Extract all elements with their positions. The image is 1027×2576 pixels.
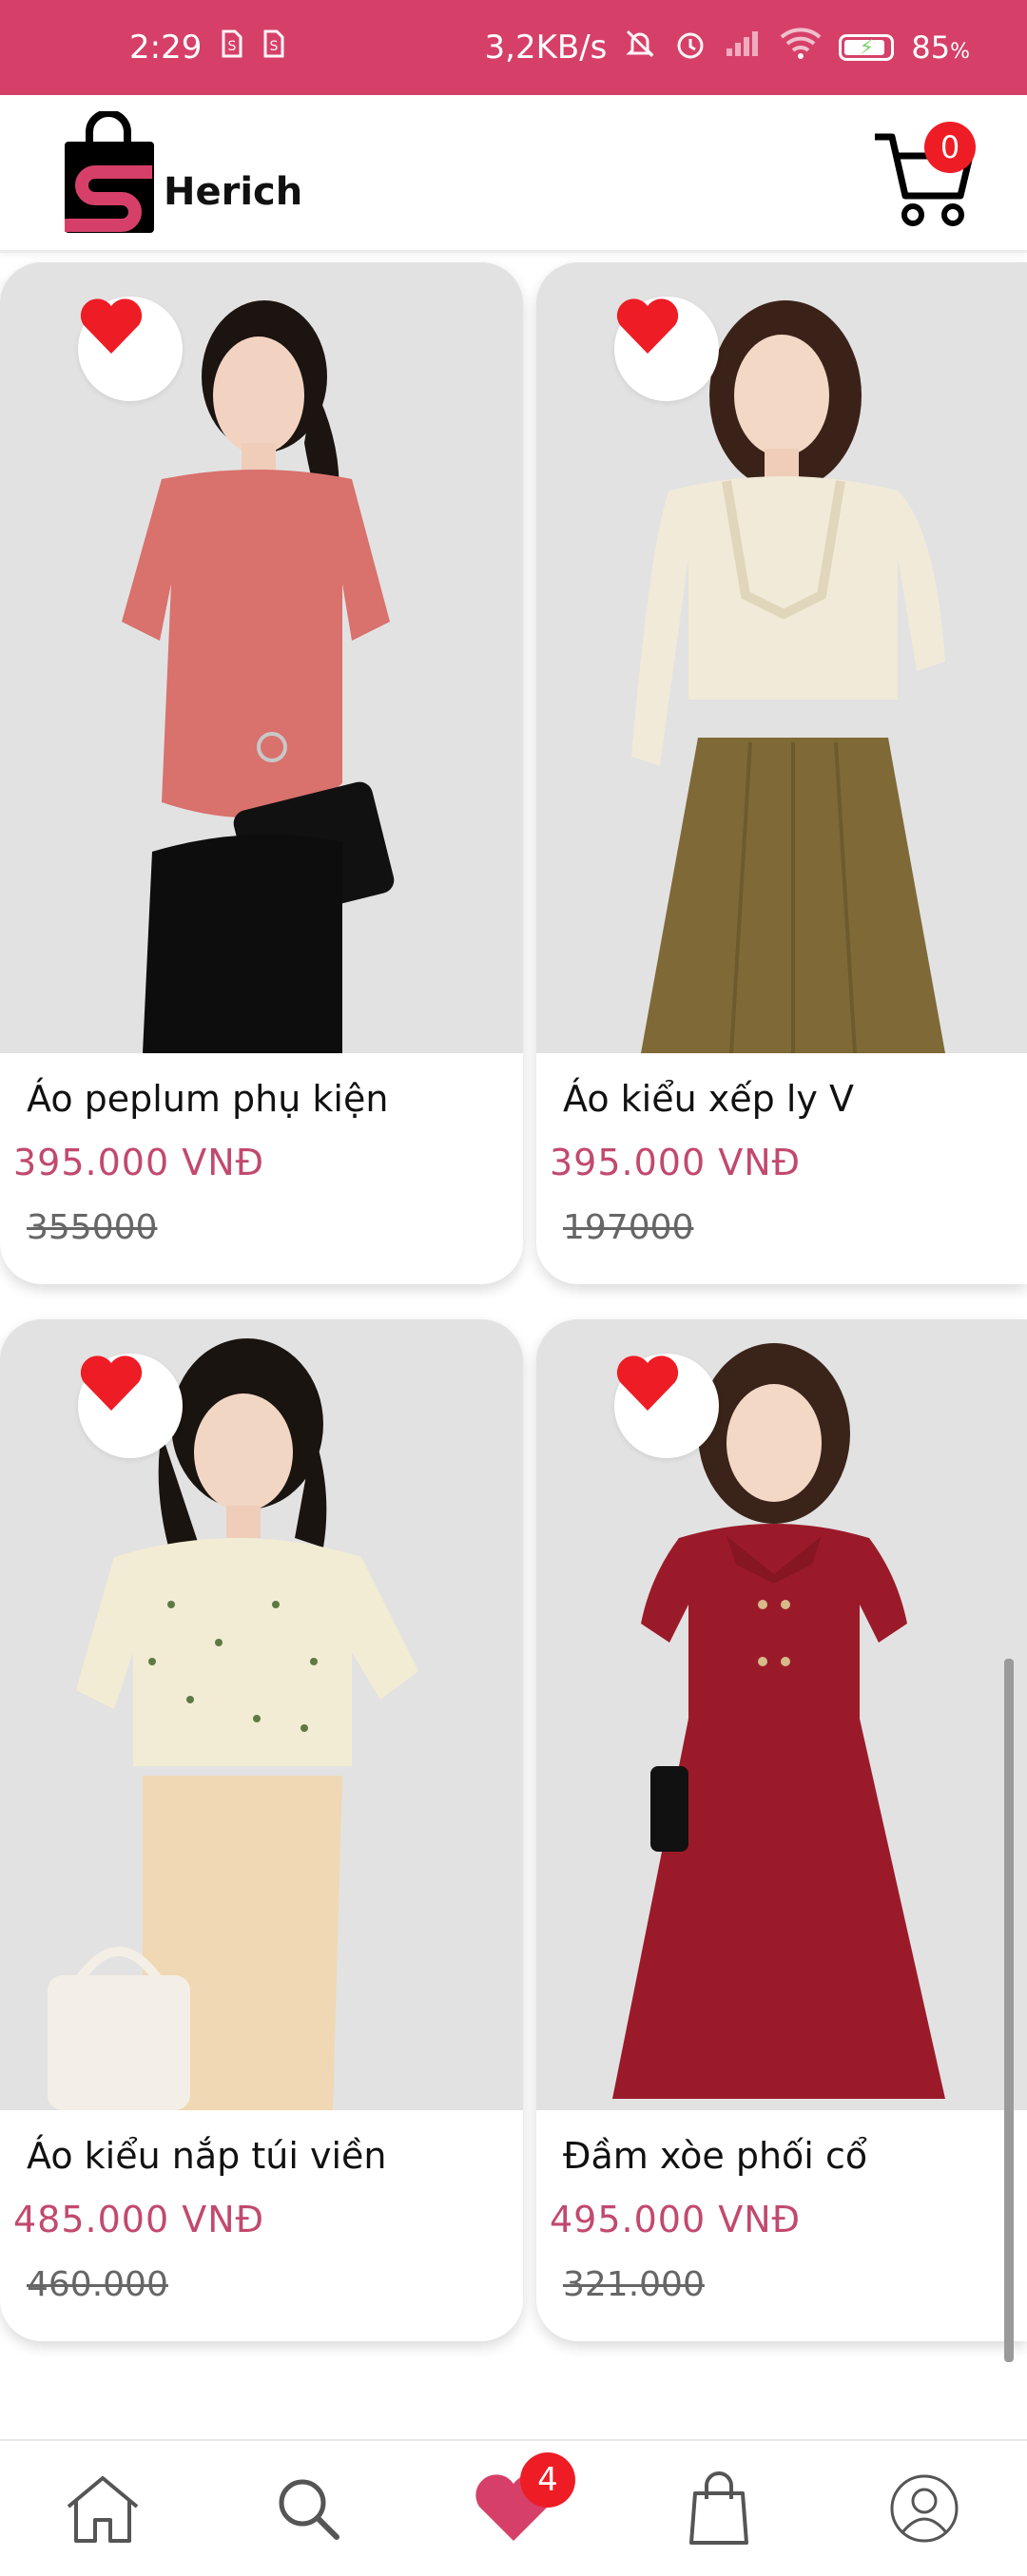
product-old-price: 355000 [27, 1208, 158, 1247]
status-bar: 2:29 S S 3,2KB/s ⚡ 85% [0, 0, 1027, 95]
cart-count-badge: 0 [924, 121, 976, 173]
cart-button[interactable]: 0 [871, 116, 976, 230]
product-card[interactable]: Áo kiểu nắp túi viền 485.000 VNĐ 460.000 [0, 1319, 523, 2341]
product-price: 495.000 VNĐ [550, 2199, 802, 2240]
wifi-icon [780, 28, 822, 67]
product-old-price: 460.000 [27, 2265, 168, 2304]
product-card[interactable]: Áo peplum phụ kiện 395.000 VNĐ 355000 [0, 262, 523, 1284]
product-price: 395.000 VNĐ [550, 1142, 802, 1183]
heart-icon [80, 298, 143, 354]
svg-text:S: S [270, 39, 279, 54]
product-name: Đầm xòe phối cổ [563, 2135, 868, 2177]
product-card[interactable]: Đầm xòe phối cổ 495.000 VNĐ 321.000 [536, 1319, 1027, 2341]
favorite-button[interactable] [78, 1354, 183, 1458]
favorite-button[interactable] [78, 297, 183, 401]
app-header: Herich 0 [0, 95, 1027, 253]
logo[interactable]: Herich [61, 108, 303, 235]
product-old-price: 197000 [563, 1208, 694, 1247]
product-image[interactable] [536, 1319, 1027, 2110]
home-icon [67, 2476, 139, 2543]
svg-text:S: S [228, 39, 237, 54]
nav-home[interactable] [50, 2456, 155, 2561]
alarm-icon [673, 27, 707, 68]
heart-icon [616, 298, 679, 354]
favorite-button[interactable] [614, 1354, 719, 1458]
heart-icon [616, 1355, 679, 1411]
heart-icon [80, 1355, 143, 1411]
status-right: 3,2KB/s ⚡ 85% [484, 27, 970, 68]
scrollbar[interactable] [1004, 1659, 1014, 2362]
nav-bag[interactable] [667, 2456, 771, 2561]
favorites-count-badge: 4 [520, 2452, 575, 2508]
nav-search[interactable] [256, 2456, 360, 2561]
sim-icon: S [261, 29, 285, 66]
status-time: 2:29 [129, 29, 203, 67]
product-name: Áo kiểu xếp ly V [563, 1078, 854, 1120]
product-image[interactable] [0, 1319, 523, 2110]
product-name: Áo peplum phụ kiện [27, 1078, 389, 1120]
shopping-bag-logo-icon [61, 108, 160, 235]
logo-text: Herich [164, 169, 303, 214]
product-old-price: 321.000 [563, 2265, 705, 2304]
product-price: 395.000 VNĐ [13, 1142, 265, 1183]
sim-icon: S [219, 29, 243, 66]
network-speed: 3,2KB/s [484, 29, 608, 67]
bottom-nav: 4 [0, 2439, 1027, 2576]
bag-icon [689, 2471, 748, 2545]
status-left: 2:29 S S [129, 29, 285, 67]
search-icon [279, 2479, 339, 2540]
battery-charging-icon: ⚡ [839, 34, 895, 61]
nav-profile[interactable] [872, 2456, 977, 2561]
favorite-button[interactable] [614, 297, 719, 401]
signal-icon [725, 29, 763, 66]
mute-bell-icon [624, 28, 656, 67]
product-price: 485.000 VNĐ [13, 2199, 265, 2240]
battery-percent: 85% [911, 29, 970, 66]
product-image[interactable] [536, 262, 1027, 1053]
product-image[interactable] [0, 262, 523, 1053]
nav-favorites[interactable]: 4 [461, 2452, 575, 2561]
product-card[interactable]: Áo kiểu xếp ly V 395.000 VNĐ 197000 [536, 262, 1027, 1284]
profile-icon [890, 2474, 959, 2543]
product-name: Áo kiểu nắp túi viền [27, 2135, 387, 2177]
